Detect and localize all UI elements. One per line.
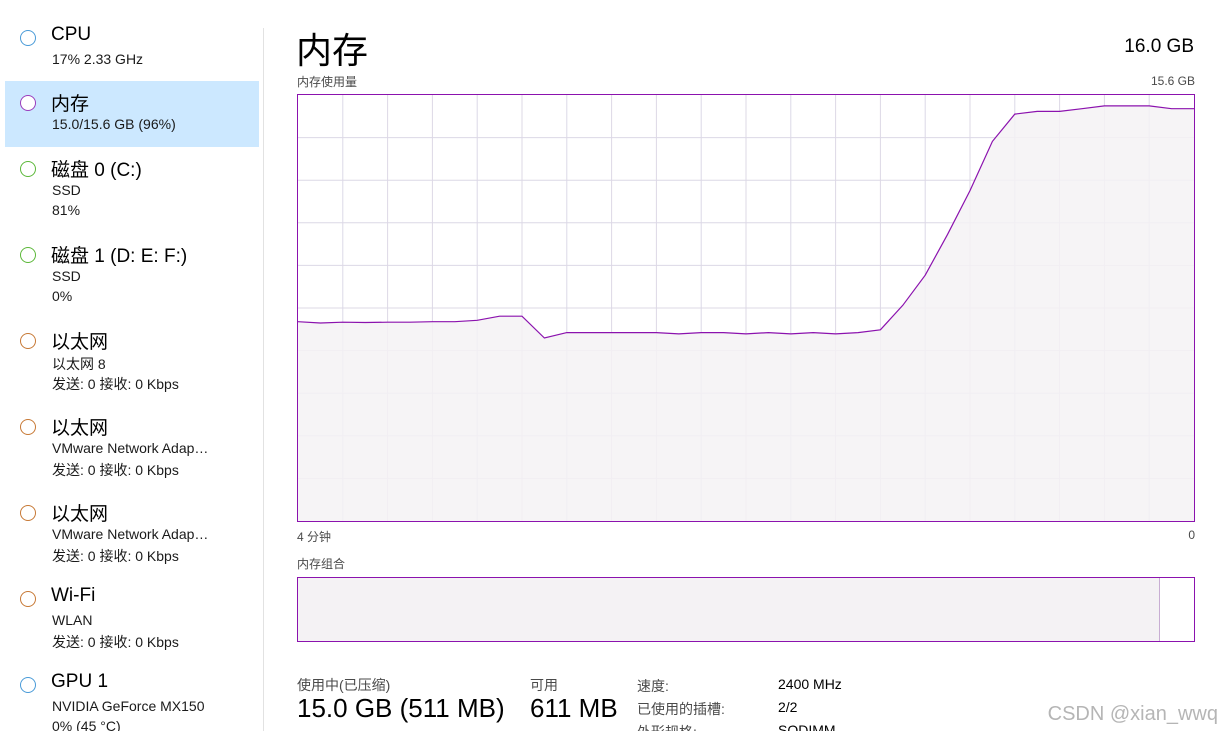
sidebar-item-detail: 发送: 0 接收: 0 Kbps bbox=[52, 634, 179, 650]
sidebar-item-3[interactable]: 磁盘 1 (D: E: F:) SSD 0% bbox=[5, 233, 259, 304]
sidebar-item-detail: 发送: 0 接收: 0 Kbps bbox=[52, 548, 179, 564]
sidebar-item-title: 磁盘 1 (D: E: F:) bbox=[51, 246, 188, 267]
slots-label: 已使用的插槽: bbox=[637, 701, 725, 717]
composition-in-use-segment bbox=[298, 578, 1160, 641]
sidebar-item-title: Wi-Fi bbox=[51, 585, 96, 606]
sidebar-item-detail: 发送: 0 接收: 0 Kbps bbox=[52, 376, 179, 392]
status-dot-icon bbox=[20, 677, 36, 693]
sidebar-item-subtitle: WLAN bbox=[52, 612, 93, 628]
sidebar-item-detail: 81% bbox=[52, 202, 81, 218]
composition-label: 内存组合 bbox=[297, 557, 346, 571]
sidebar-item-subtitle: NVIDIA GeForce MX150 bbox=[52, 698, 205, 714]
sidebar-item-6[interactable]: 以太网VMware Network Adapter VMnet8 发送: 0 接收… bbox=[5, 491, 259, 564]
sidebar-item-title: 内存 bbox=[51, 94, 90, 115]
watermark: CSDN @xian_wwq bbox=[1047, 703, 1218, 725]
page-title: 内存 bbox=[296, 30, 369, 71]
status-dot-icon bbox=[20, 419, 36, 435]
sidebar-item-subtitle: VMware Network Adapter VMnet1 bbox=[52, 440, 212, 456]
time-axis-end: 0 bbox=[1188, 528, 1195, 542]
sidebar-divider bbox=[263, 28, 264, 731]
sidebar-item-subtitle: VMware Network Adapter VMnet8 bbox=[52, 526, 212, 542]
sidebar-item-8[interactable]: GPU 1 NVIDIA GeForce MX150 0% (45 °C) bbox=[5, 663, 259, 731]
task-manager-memory-view: CPU 17% 2.33 GHz 内存 15.0/15.6 GB (96%) 磁盘 0 … bbox=[0, 0, 1224, 731]
form-factor-value: SODIMM bbox=[778, 722, 836, 731]
status-dot-icon bbox=[20, 30, 36, 46]
status-dot-icon bbox=[20, 247, 36, 263]
sidebar-item-title: 以太网 bbox=[51, 418, 109, 439]
sidebar-item-detail: 0% (45 °C) bbox=[52, 718, 121, 731]
sidebar-item-subtitle: 以太网 8 bbox=[52, 356, 106, 372]
sidebar-item-2[interactable]: 磁盘 0 (C:) SSD 81% bbox=[5, 147, 259, 218]
sidebar-item-1[interactable]: 内存 15.0/15.6 GB (96%) bbox=[5, 81, 259, 147]
sidebar-item-4[interactable]: 以太网以太网 8 发送: 0 接收: 0 Kbps bbox=[5, 319, 259, 392]
memory-usage-graph bbox=[297, 94, 1195, 522]
status-dot-icon bbox=[20, 333, 36, 349]
sidebar-item-7[interactable]: Wi-Fi WLAN 发送: 0 接收: 0 Kbps bbox=[5, 577, 259, 650]
sidebar-item-subtitle: SSD bbox=[52, 268, 81, 284]
speed-label: 速度: bbox=[637, 678, 669, 694]
sidebar-item-detail: 发送: 0 接收: 0 Kbps bbox=[52, 462, 179, 478]
memory-usage-chart bbox=[298, 95, 1194, 521]
graph-max-label: 15.6 GB bbox=[1150, 74, 1195, 88]
available-value: 611 MB bbox=[530, 693, 618, 723]
sidebar-item-5[interactable]: 以太网VMware Network Adapter VMnet1 发送: 0 接收… bbox=[5, 405, 259, 478]
sidebar-item-0[interactable]: CPU 17% 2.33 GHz bbox=[5, 16, 259, 82]
status-dot-icon bbox=[20, 505, 36, 521]
sidebar: CPU 17% 2.33 GHz 内存 15.0/15.6 GB (96%) 磁盘 0 … bbox=[0, 0, 264, 731]
in-use-label: 使用中(已压缩) bbox=[297, 677, 391, 693]
available-label: 可用 bbox=[530, 677, 558, 693]
in-use-value: 15.0 GB (511 MB) bbox=[297, 693, 505, 723]
sidebar-item-title: 以太网 bbox=[51, 332, 109, 353]
status-dot-icon bbox=[20, 95, 36, 111]
total-memory: 16.0 GB bbox=[1124, 36, 1194, 57]
form-factor-label: 外形规格: bbox=[637, 722, 697, 731]
slots-value: 2/2 bbox=[778, 699, 798, 715]
sidebar-item-title: CPU bbox=[51, 24, 92, 45]
sidebar-item-detail: 0% bbox=[52, 288, 73, 304]
sidebar-item-subtitle: 17% 2.33 GHz bbox=[52, 51, 144, 67]
speed-value: 2400 MHz bbox=[778, 676, 842, 692]
graph-label: 内存使用量 bbox=[297, 75, 358, 89]
time-axis-start: 4 分钟 bbox=[297, 530, 332, 544]
memory-composition-bar bbox=[297, 577, 1195, 642]
sidebar-item-subtitle: 15.0/15.6 GB (96%) bbox=[52, 116, 176, 132]
sidebar-item-title: 磁盘 0 (C:) bbox=[51, 160, 142, 181]
sidebar-item-subtitle: SSD bbox=[52, 182, 81, 198]
status-dot-icon bbox=[20, 591, 36, 607]
sidebar-item-title: GPU 1 bbox=[51, 671, 109, 692]
sidebar-item-title: 以太网 bbox=[51, 504, 109, 525]
status-dot-icon bbox=[20, 161, 36, 177]
